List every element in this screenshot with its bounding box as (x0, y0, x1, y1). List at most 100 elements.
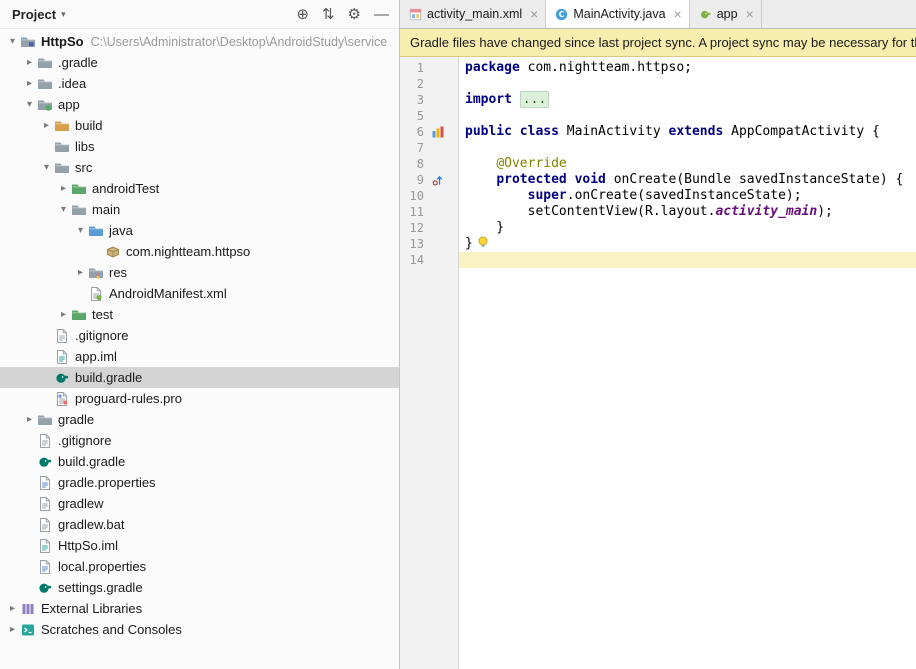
code-editor[interactable]: 1package com.nightteam.httpso;23import .… (400, 57, 916, 669)
close-tab-icon[interactable]: × (746, 7, 754, 21)
select-opened-file-icon[interactable]: ⊕ (296, 7, 309, 22)
expand-arrow-icon[interactable]: ▸ (56, 309, 71, 320)
tree-item-app[interactable]: ▾app (0, 94, 399, 115)
code-line-text[interactable]: super.onCreate(savedInstanceState); (459, 188, 916, 204)
expand-arrow-icon[interactable]: ▾ (56, 204, 71, 215)
tree-item-idea[interactable]: ▸.idea (0, 73, 399, 94)
editor-gutter[interactable]: 14 (400, 252, 459, 268)
expand-arrow-icon[interactable]: ▾ (5, 36, 20, 47)
tree-item-build-gradle[interactable]: build.gradle (0, 451, 399, 472)
editor-gutter[interactable]: 13 (400, 236, 459, 252)
code-line-6[interactable]: 6public class MainActivity extends AppCo… (400, 124, 916, 140)
tree-item-build[interactable]: ▸build (0, 115, 399, 136)
code-line-text[interactable]: import ... (459, 92, 916, 108)
class-marker-icon[interactable] (432, 126, 446, 138)
code-line-text[interactable]: } (459, 220, 916, 236)
expand-arrow-icon[interactable]: ▸ (22, 414, 37, 425)
tree-item-java[interactable]: ▾java (0, 220, 399, 241)
code-line-text[interactable]: @Override (459, 156, 916, 172)
editor-gutter[interactable]: 1 (400, 60, 459, 76)
tree-item-external-libraries[interactable]: ▸External Libraries (0, 598, 399, 619)
tree-item-gradlew[interactable]: gradlew (0, 493, 399, 514)
expand-arrow-icon[interactable]: ▸ (22, 57, 37, 68)
tree-item-main[interactable]: ▾main (0, 199, 399, 220)
code-line-text[interactable] (459, 108, 916, 124)
code-line-text[interactable]: package com.nightteam.httpso; (459, 60, 916, 76)
tree-item-settings-gradle[interactable]: settings.gradle (0, 577, 399, 598)
code-line-5[interactable]: 5 (400, 108, 916, 124)
tree-item-src[interactable]: ▾src (0, 157, 399, 178)
override-marker-icon[interactable] (432, 174, 446, 186)
expand-arrow-icon[interactable]: ▾ (22, 99, 37, 110)
code-line-9[interactable]: 9 protected void onCreate(Bundle savedIn… (400, 172, 916, 188)
close-tab-icon[interactable]: × (530, 7, 538, 21)
tree-item-proguard-rules-pro[interactable]: proguard-rules.pro (0, 388, 399, 409)
tree-item-app-iml[interactable]: app.iml (0, 346, 399, 367)
tree-item-gradle-properties[interactable]: gradle.properties (0, 472, 399, 493)
tree-item-gitignore[interactable]: .gitignore (0, 430, 399, 451)
code-line-text[interactable] (459, 140, 916, 156)
tab-app[interactable]: app × (690, 0, 762, 28)
expand-arrow-icon[interactable]: ▸ (73, 267, 88, 278)
tree-item-androidtest[interactable]: ▸androidTest (0, 178, 399, 199)
editor-gutter[interactable]: 8 (400, 156, 459, 172)
expand-arrow-icon[interactable]: ▸ (39, 120, 54, 131)
project-view-selector[interactable]: Project ▾ (12, 7, 66, 22)
code-line-1[interactable]: 1package com.nightteam.httpso; (400, 60, 916, 76)
code-line-text[interactable]: protected void onCreate(Bundle savedInst… (459, 172, 916, 188)
code-line-text[interactable]: setContentView(R.layout.activity_main); (459, 204, 916, 220)
tree-item-res[interactable]: ▸res (0, 262, 399, 283)
line-number: 7 (400, 140, 430, 156)
tree-item-androidmanifest-xml[interactable]: AndroidManifest.xml (0, 283, 399, 304)
tree-item-test[interactable]: ▸test (0, 304, 399, 325)
expand-arrow-icon[interactable]: ▸ (56, 183, 71, 194)
expand-arrow-icon[interactable]: ▸ (22, 78, 37, 89)
editor-gutter[interactable]: 3 (400, 92, 459, 108)
editor-gutter[interactable]: 9 (400, 172, 459, 188)
collapse-all-icon[interactable]: ⇅ (322, 7, 335, 22)
editor-gutter[interactable]: 2 (400, 76, 459, 92)
code-line-10[interactable]: 10 super.onCreate(savedInstanceState); (400, 188, 916, 204)
expand-arrow-icon[interactable]: ▾ (39, 162, 54, 173)
close-tab-icon[interactable]: × (674, 7, 682, 21)
code-line-text[interactable]: public class MainActivity extends AppCom… (459, 124, 916, 140)
intention-bulb-icon[interactable] (477, 236, 489, 253)
tree-item-gitignore[interactable]: .gitignore (0, 325, 399, 346)
tree-item-build-gradle[interactable]: build.gradle (0, 367, 399, 388)
settings-gear-icon[interactable]: ⚙ (348, 7, 361, 22)
code-line-8[interactable]: 8 @Override (400, 156, 916, 172)
tab-mainactivity-java[interactable]: C MainActivity.java × (546, 0, 689, 28)
tree-item-scratches-and-consoles[interactable]: ▸Scratches and Consoles (0, 619, 399, 640)
code-line-7[interactable]: 7 (400, 140, 916, 156)
code-line-13[interactable]: 13} (400, 236, 916, 252)
tab-activity-main-xml[interactable]: activity_main.xml × (400, 0, 546, 28)
editor-gutter[interactable]: 5 (400, 108, 459, 124)
expand-arrow-icon[interactable]: ▸ (5, 624, 20, 635)
tree-item-label: gradle.properties (58, 475, 156, 490)
tree-item-httpso-iml[interactable]: HttpSo.iml (0, 535, 399, 556)
editor-gutter[interactable]: 12 (400, 220, 459, 236)
tree-item-gradle[interactable]: ▸.gradle (0, 52, 399, 73)
expand-arrow-icon[interactable]: ▾ (73, 225, 88, 236)
tree-item-com-nightteam-httpso[interactable]: com.nightteam.httpso (0, 241, 399, 262)
editor-gutter[interactable]: 10 (400, 188, 459, 204)
code-line-12[interactable]: 12 } (400, 220, 916, 236)
hide-panel-icon[interactable]: — (374, 7, 389, 22)
code-line-text[interactable] (459, 252, 916, 268)
folder-icon (54, 160, 70, 176)
code-line-3[interactable]: 3import ... (400, 92, 916, 108)
code-line-text[interactable] (459, 76, 916, 92)
code-line-14[interactable]: 14 (400, 252, 916, 268)
tree-item-local-properties[interactable]: local.properties (0, 556, 399, 577)
tree-item-libs[interactable]: libs (0, 136, 399, 157)
tree-item-httpso[interactable]: ▾HttpSoC:\Users\Administrator\Desktop\An… (0, 31, 399, 52)
tree-item-gradlew-bat[interactable]: gradlew.bat (0, 514, 399, 535)
editor-gutter[interactable]: 7 (400, 140, 459, 156)
editor-gutter[interactable]: 6 (400, 124, 459, 140)
expand-arrow-icon[interactable]: ▸ (5, 603, 20, 614)
code-line-text[interactable]: } (459, 236, 916, 252)
editor-gutter[interactable]: 11 (400, 204, 459, 220)
tree-item-gradle[interactable]: ▸gradle (0, 409, 399, 430)
code-line-11[interactable]: 11 setContentView(R.layout.activity_main… (400, 204, 916, 220)
code-line-2[interactable]: 2 (400, 76, 916, 92)
